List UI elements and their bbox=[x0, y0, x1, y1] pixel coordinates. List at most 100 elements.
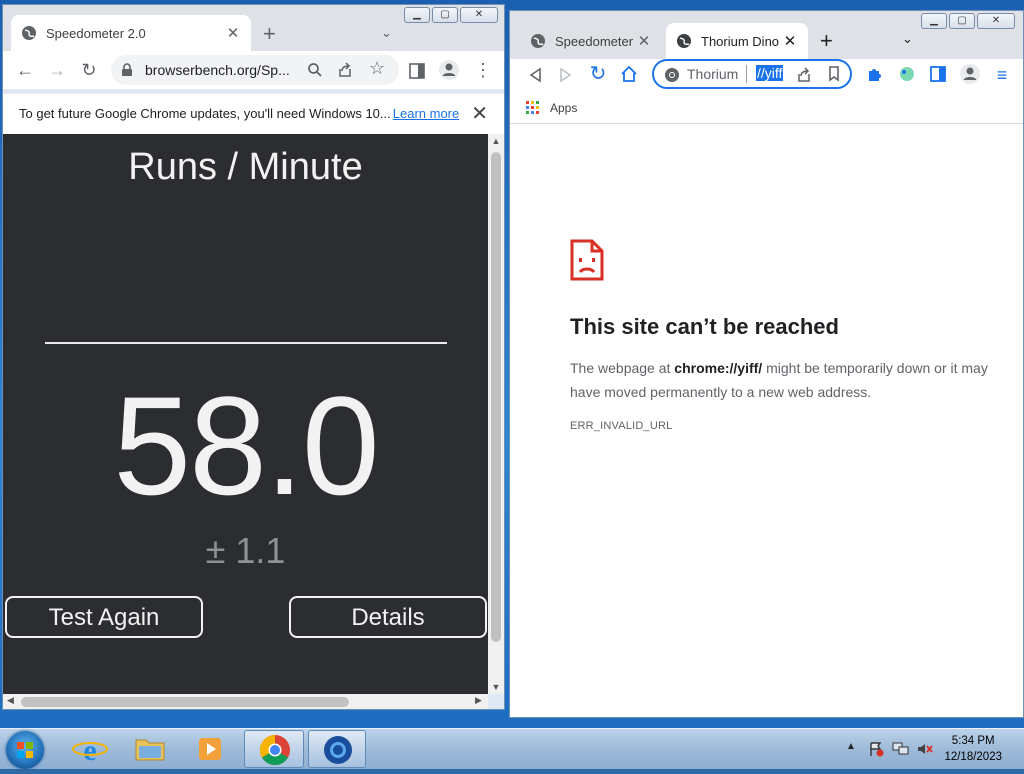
error-code: ERR_INVALID_URL bbox=[570, 420, 673, 432]
maximize-button[interactable]: ▢ bbox=[949, 13, 975, 29]
clock-date: 12/18/2023 bbox=[944, 751, 1002, 763]
apps-label: Apps bbox=[550, 101, 578, 115]
clock[interactable]: 5:34 PM 12/18/2023 bbox=[944, 733, 1002, 765]
speedometer-page: Runs / Minute 10203040506070809010011012… bbox=[3, 134, 488, 694]
tab-title: Thorium Dino bbox=[701, 33, 780, 49]
omnibox-separator bbox=[746, 65, 747, 83]
close-window-button[interactable]: ✕ bbox=[977, 13, 1015, 29]
error-description: The webpage at chrome://yiff/ might be t… bbox=[570, 356, 990, 404]
zoom-search-icon[interactable] bbox=[307, 62, 323, 78]
globe-icon bbox=[531, 34, 545, 48]
scroll-down-arrow-icon[interactable]: ▼ bbox=[488, 682, 504, 692]
tab-close-icon[interactable]: ✕ bbox=[225, 24, 241, 42]
taskbar: e ▲ 5:34 PM 12/18/2023 bbox=[0, 728, 1024, 769]
network-icon[interactable] bbox=[892, 741, 910, 757]
menu-hamburger-icon[interactable]: ≡ bbox=[990, 63, 1014, 87]
update-infobar: To get future Google Chrome updates, you… bbox=[3, 93, 504, 135]
infobar-message: To get future Google Chrome updates, you… bbox=[19, 106, 459, 121]
tab-title: Speedometer 2 bbox=[555, 33, 636, 49]
apps-grid-icon bbox=[526, 101, 539, 114]
tab-search-chevron-icon[interactable]: ⌄ bbox=[902, 31, 913, 47]
profile-avatar-icon[interactable] bbox=[959, 63, 981, 85]
minimize-button[interactable]: ▁ bbox=[921, 13, 947, 29]
details-button[interactable]: Details bbox=[289, 596, 487, 638]
error-desc-prefix: The webpage at bbox=[570, 360, 675, 376]
tab-title: Speedometer 2.0 bbox=[46, 25, 146, 41]
taskbar-media-player[interactable] bbox=[182, 730, 238, 768]
svg-text:e: e bbox=[83, 734, 96, 767]
side-panel-icon[interactable] bbox=[409, 63, 425, 79]
omnibox[interactable]: browserbench.org/Sp... ☆ bbox=[111, 55, 399, 85]
side-panel-icon[interactable] bbox=[930, 66, 946, 82]
gauge-divider bbox=[45, 342, 447, 344]
omnibox-site-label: Thorium bbox=[687, 66, 739, 82]
bookmarks-bar: Apps bbox=[510, 93, 1023, 124]
action-center-flag-icon[interactable] bbox=[868, 741, 884, 757]
score-value: 58.0 bbox=[113, 367, 379, 524]
forward-triangle-icon[interactable] bbox=[559, 67, 573, 83]
minimize-button[interactable]: ▁ bbox=[404, 7, 430, 23]
chrome-icon bbox=[259, 735, 290, 766]
omnibox-selected-text[interactable]: //yiff bbox=[756, 65, 784, 81]
taskbar-ie[interactable]: e bbox=[62, 730, 118, 768]
sad-page-icon bbox=[570, 239, 604, 281]
omnibox-right[interactable]: Thorium //yiff bbox=[652, 59, 852, 89]
menu-dots-icon[interactable]: ⋮ bbox=[471, 58, 495, 82]
vertical-scrollbar[interactable]: ▲ ▼ bbox=[488, 134, 504, 694]
media-player-icon bbox=[199, 738, 221, 760]
start-button[interactable] bbox=[6, 731, 44, 769]
bookmark-icon[interactable] bbox=[828, 66, 840, 82]
tab-close-icon[interactable]: ✕ bbox=[636, 32, 652, 50]
bookmark-star-icon[interactable]: ☆ bbox=[369, 58, 385, 79]
share-icon[interactable] bbox=[796, 67, 812, 83]
tab-thorium-dino[interactable]: Thorium Dino ✕ bbox=[666, 23, 808, 59]
lock-icon bbox=[122, 63, 132, 76]
infobar-close-icon[interactable]: ✕ bbox=[471, 101, 488, 126]
taskbar-explorer[interactable] bbox=[122, 730, 178, 768]
tab-speedometer-right[interactable]: Speedometer 2 ✕ bbox=[520, 23, 662, 59]
learn-more-link[interactable]: Learn more bbox=[393, 106, 459, 121]
share-icon[interactable] bbox=[337, 62, 353, 78]
new-tab-icon[interactable]: + bbox=[263, 23, 276, 45]
thorium-window: Speedometer 2 ✕ Thorium Dino ✕ + ⌄ ▁ ▢ ✕… bbox=[509, 10, 1024, 718]
extension-icon[interactable] bbox=[898, 65, 916, 83]
apps-shortcut[interactable]: Apps bbox=[526, 101, 577, 115]
folder-icon bbox=[135, 739, 165, 761]
tab-strip: Speedometer 2.0 ✕ + ⌄ ▁ ▢ ✕ bbox=[3, 5, 504, 51]
chrome-logo-icon bbox=[665, 68, 679, 82]
error-url: chrome://yiff/ bbox=[674, 360, 763, 376]
scroll-left-arrow-icon[interactable]: ◀ bbox=[7, 695, 14, 706]
horizontal-scrollbar[interactable]: ◀ ▶ bbox=[3, 694, 488, 709]
system-tray: ▲ 5:34 PM 12/18/2023 bbox=[840, 729, 1024, 769]
scroll-up-arrow-icon[interactable]: ▲ bbox=[488, 136, 504, 146]
scroll-right-arrow-icon[interactable]: ▶ bbox=[475, 695, 482, 706]
vertical-scroll-thumb[interactable] bbox=[491, 152, 501, 642]
profile-avatar-icon[interactable] bbox=[438, 59, 460, 81]
close-window-button[interactable]: ✕ bbox=[460, 7, 498, 23]
maximize-button[interactable]: ▢ bbox=[432, 7, 458, 23]
windows-logo-icon bbox=[17, 742, 33, 758]
tab-close-icon[interactable]: ✕ bbox=[782, 32, 798, 50]
back-triangle-icon[interactable] bbox=[528, 67, 542, 83]
back-arrow-icon[interactable]: ← bbox=[13, 58, 37, 82]
new-tab-icon[interactable]: + bbox=[820, 30, 833, 52]
tab-search-chevron-icon[interactable]: ⌄ bbox=[381, 25, 392, 41]
home-icon[interactable] bbox=[620, 65, 638, 83]
extensions-puzzle-icon[interactable] bbox=[866, 65, 884, 83]
test-again-button[interactable]: Test Again bbox=[5, 596, 203, 638]
taskbar-thorium[interactable] bbox=[308, 730, 366, 768]
clock-time: 5:34 PM bbox=[951, 735, 995, 747]
volume-muted-icon[interactable] bbox=[916, 741, 934, 757]
globe-icon bbox=[22, 26, 36, 40]
toolbar: ← → ↻ browserbench.org/Sp... ☆ ⋮ bbox=[3, 51, 504, 89]
reload-icon[interactable]: ↻ bbox=[77, 58, 101, 82]
globe-icon bbox=[677, 34, 691, 48]
forward-arrow-icon[interactable]: → bbox=[45, 58, 69, 82]
error-page: This site can’t be reached The webpage a… bbox=[570, 239, 990, 432]
reload-icon[interactable]: ↻ bbox=[586, 62, 610, 86]
horizontal-scroll-thumb[interactable] bbox=[21, 697, 349, 707]
toolbar-right: ↻ Thorium //yiff ≡ bbox=[510, 59, 1023, 93]
show-hidden-icons-arrow-icon[interactable]: ▲ bbox=[846, 741, 856, 752]
taskbar-chrome[interactable] bbox=[244, 730, 304, 768]
tab-speedometer[interactable]: Speedometer 2.0 ✕ bbox=[11, 15, 251, 51]
